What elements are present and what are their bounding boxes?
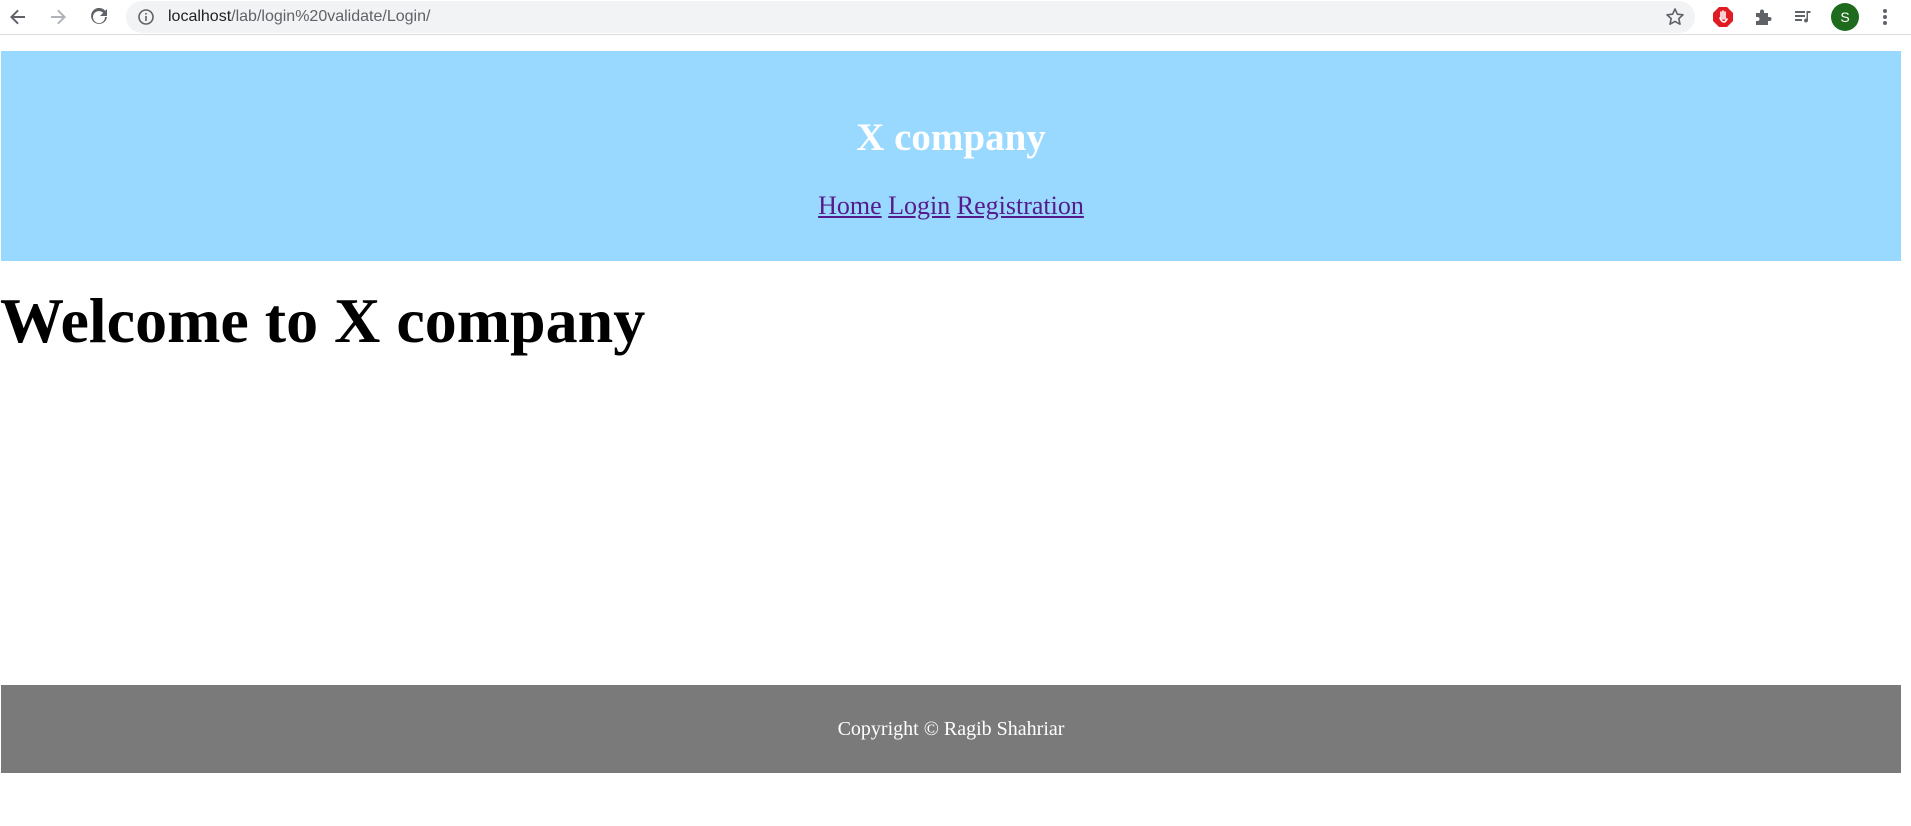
media-queue-button[interactable]	[1790, 4, 1816, 30]
extensions-button[interactable]	[1750, 4, 1776, 30]
forward-button[interactable]	[44, 3, 72, 31]
star-icon[interactable]	[1665, 7, 1685, 27]
back-button[interactable]	[4, 3, 32, 31]
welcome-heading: Welcome to X company	[0, 285, 646, 356]
url-host: localhost	[168, 8, 232, 25]
reload-icon	[91, 8, 107, 24]
address-bar[interactable]: localhost/lab/login%20validate/Login/	[126, 1, 1695, 33]
back-arrow-icon	[10, 9, 25, 25]
profile-avatar[interactable]: S	[1831, 3, 1859, 31]
browser-menu-button[interactable]	[1872, 4, 1898, 30]
site-nav: Home Login Registration	[1, 193, 1901, 219]
nav-link-registration[interactable]: Registration	[957, 191, 1084, 220]
url-path: /lab/login%20validate/Login/	[231, 8, 431, 25]
extensions-puzzle-icon	[1756, 9, 1772, 25]
adblock-extension-button[interactable]	[1710, 4, 1736, 30]
site-title: X company	[856, 116, 1046, 159]
nav-link-home[interactable]: Home	[818, 191, 882, 220]
media-queue-icon	[1795, 11, 1811, 23]
kebab-menu-icon	[1883, 9, 1887, 25]
browser-toolbar: localhost/lab/login%20validate/Login/ S	[0, 0, 1911, 35]
info-icon[interactable]	[138, 9, 154, 25]
url-text[interactable]: localhost/lab/login%20validate/Login/	[168, 8, 430, 26]
copyright-text: Copyright © Ragib Shahriar	[837, 718, 1065, 740]
nav-link-login[interactable]: Login	[888, 191, 950, 220]
forward-arrow-icon	[51, 9, 66, 25]
site-footer: Copyright © Ragib Shahriar	[1, 685, 1901, 773]
site-header: X company Home Login Registration	[1, 51, 1901, 261]
reload-button[interactable]	[85, 3, 113, 31]
adblock-icon	[1713, 7, 1733, 27]
avatar-initial: S	[1840, 9, 1850, 25]
